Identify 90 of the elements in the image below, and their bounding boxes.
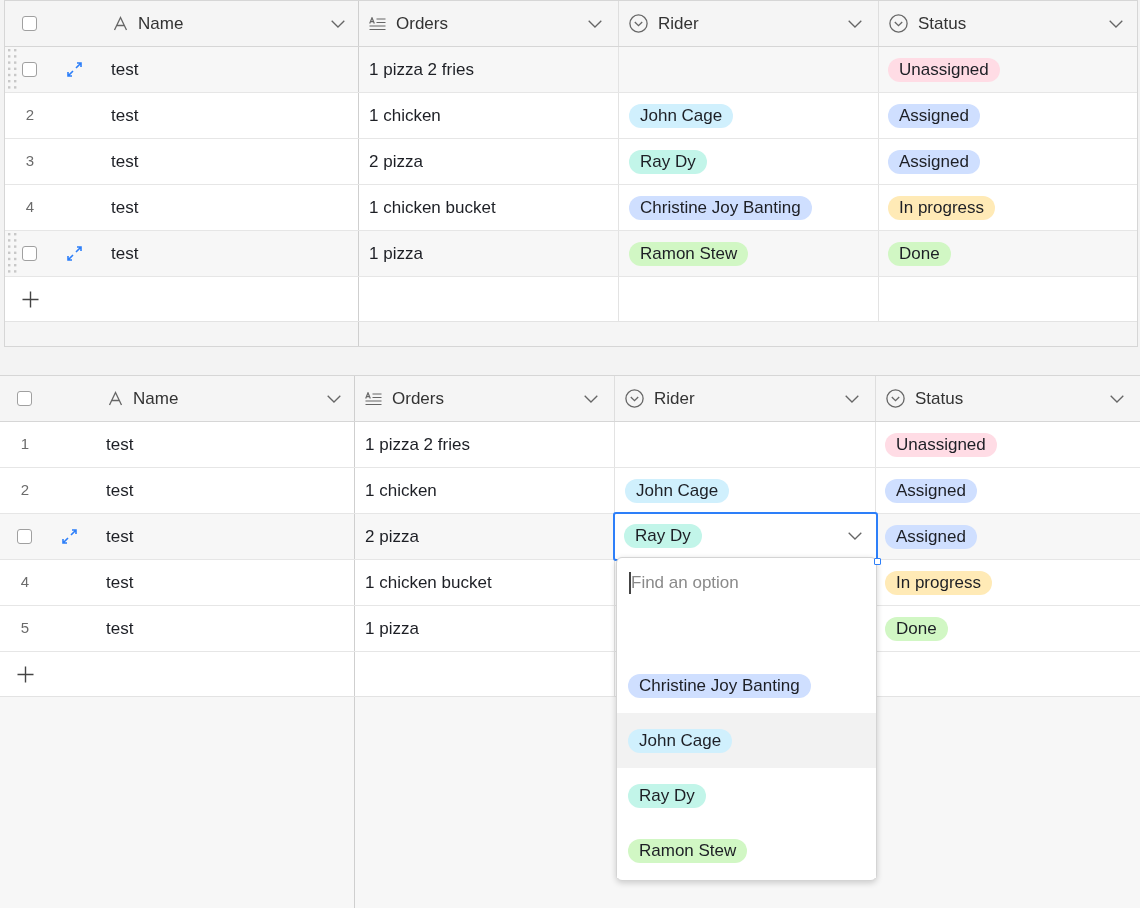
name-text: test [106, 571, 134, 594]
dropdown-option[interactable]: Christine Joy Banting [617, 658, 876, 713]
status-tag: Assigned [888, 103, 980, 128]
name-text: test [111, 242, 139, 265]
select-circle-icon [629, 14, 648, 33]
select-all-checkbox[interactable] [22, 16, 37, 31]
text-field-icon [113, 16, 128, 31]
expand-icon[interactable] [66, 245, 83, 262]
rider-tag: Christine Joy Banting [629, 195, 812, 220]
cell-editor[interactable]: Ray Dy [613, 512, 878, 561]
chevron-down-icon[interactable] [848, 19, 862, 28]
orders-cell: 2 pizza [359, 139, 619, 184]
column-header[interactable]: Name [113, 1, 358, 46]
long-text-icon [369, 16, 386, 31]
status-tag: Unassigned [888, 57, 1000, 82]
column-header[interactable]: Orders [355, 376, 615, 421]
rider-tag: Ray Dy [624, 523, 702, 548]
column-header[interactable]: Name [108, 376, 354, 421]
row-number: 4 [24, 197, 36, 218]
name-text: test [106, 525, 134, 548]
select-circle-icon [625, 389, 644, 408]
select-circle-icon [889, 14, 908, 33]
name-text: test [111, 104, 139, 127]
chevron-down-icon[interactable] [1110, 394, 1124, 403]
dropdown-option[interactable]: John Cage [617, 713, 876, 768]
rider-tag: John Cage [629, 103, 734, 128]
orders-cell: 1 pizza 2 fries [355, 422, 615, 467]
column-header[interactable]: Status [879, 1, 1139, 46]
orders-cell: 1 pizza [355, 606, 615, 651]
row-checkbox[interactable] [22, 62, 37, 77]
column-header[interactable]: Status [876, 376, 1140, 421]
column-header[interactable]: Rider [619, 1, 879, 46]
row-number: 1 [19, 434, 31, 455]
orders-cell: 1 chicken bucket [359, 185, 619, 230]
chevron-down-icon[interactable] [848, 531, 862, 540]
column-header[interactable]: Orders [359, 1, 619, 46]
select-circle-icon [886, 389, 905, 408]
name-text: test [111, 58, 139, 81]
option-tag: John Cage [628, 728, 733, 753]
status-tag: Assigned [885, 478, 977, 503]
add-row-icon[interactable] [22, 290, 39, 308]
status-tag: In progress [885, 570, 993, 595]
long-text-icon [365, 391, 382, 406]
status-tag: Unassigned [885, 432, 997, 457]
chevron-down-icon[interactable] [845, 394, 859, 403]
orders-cell: 1 chicken [359, 93, 619, 138]
column-header[interactable]: Rider [615, 376, 876, 421]
status-tag: Done [885, 616, 948, 641]
dropdown-option[interactable]: Ramon Stew [617, 823, 876, 878]
text-field-icon [108, 391, 123, 406]
name-text: test [111, 196, 139, 219]
status-tag: Done [888, 241, 951, 266]
row-number: 3 [24, 151, 36, 172]
chevron-down-icon[interactable] [1109, 19, 1123, 28]
orders-cell: 1 chicken bucket [355, 560, 615, 605]
orders-cell: 1 chicken [355, 468, 615, 513]
name-text: test [106, 433, 134, 456]
row-number: 2 [24, 105, 36, 126]
text-cursor [629, 572, 631, 594]
select-all-checkbox[interactable] [17, 391, 32, 406]
rider-tag: John Cage [625, 478, 730, 503]
add-row-icon[interactable] [17, 665, 34, 683]
drag-handle-icon[interactable] [8, 49, 17, 89]
drag-handle-icon[interactable] [8, 233, 17, 273]
status-tag: Assigned [888, 149, 980, 174]
dropdown-option[interactable]: Ray Dy [617, 768, 876, 823]
orders-cell: 1 pizza [359, 231, 619, 276]
name-text: test [111, 150, 139, 173]
option-tag: Christine Joy Banting [628, 673, 811, 698]
chevron-down-icon[interactable] [331, 19, 345, 28]
name-text: test [106, 479, 134, 502]
row-checkbox[interactable] [22, 246, 37, 261]
option-tag: Ray Dy [628, 783, 706, 808]
row-number: 2 [19, 480, 31, 501]
row-checkbox[interactable] [17, 529, 32, 544]
chevron-down-icon[interactable] [588, 19, 602, 28]
status-tag: Assigned [885, 524, 977, 549]
chevron-down-icon[interactable] [327, 394, 341, 403]
expand-icon[interactable] [61, 528, 78, 545]
option-tag: Ramon Stew [628, 838, 748, 863]
orders-cell: 1 pizza 2 fries [359, 47, 619, 92]
name-text: test [106, 617, 134, 640]
rider-tag: Ray Dy [629, 149, 707, 174]
status-tag: In progress [888, 195, 996, 220]
row-number: 5 [19, 618, 31, 639]
resize-handle[interactable] [874, 558, 881, 565]
rider-tag: Ramon Stew [629, 241, 749, 266]
row-number: 4 [19, 572, 31, 593]
chevron-down-icon[interactable] [584, 394, 598, 403]
expand-icon[interactable] [66, 61, 83, 78]
